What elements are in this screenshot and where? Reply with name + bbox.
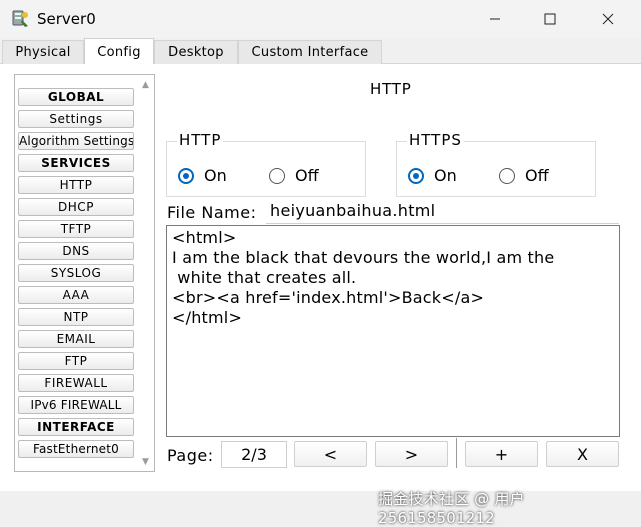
html-editor[interactable]: <html> I am the black that devours the w… xyxy=(166,225,620,437)
config-panel: GLOBAL Settings Algorithm Settings SERVI… xyxy=(0,64,641,491)
file-name-label: File Name: xyxy=(167,203,257,222)
sidebar-item-dhcp[interactable]: DHCP xyxy=(18,198,134,216)
sidebar: GLOBAL Settings Algorithm Settings SERVI… xyxy=(14,74,155,472)
sidebar-item-syslog[interactable]: SYSLOG xyxy=(18,264,134,282)
scroll-down-icon[interactable]: ▼ xyxy=(142,457,149,467)
next-page-button[interactable]: > xyxy=(375,441,448,467)
close-button[interactable] xyxy=(588,4,628,34)
tab-custom-interface[interactable]: Custom Interface xyxy=(238,40,382,64)
sidebar-item-dns[interactable]: DNS xyxy=(18,242,134,260)
https-on-label: On xyxy=(434,166,457,185)
http-off-label: Off xyxy=(295,166,319,185)
tab-config[interactable]: Config xyxy=(84,38,154,65)
sidebar-item-algorithm-settings[interactable]: Algorithm Settings xyxy=(18,132,134,150)
sidebar-item-ntp[interactable]: NTP xyxy=(18,308,134,326)
maximize-button[interactable] xyxy=(530,4,570,34)
sidebar-item-tftp[interactable]: TFTP xyxy=(18,220,134,238)
pager-divider xyxy=(456,438,457,468)
sidebar-header-services[interactable]: SERVICES xyxy=(18,154,134,172)
add-file-button[interactable]: + xyxy=(465,441,538,467)
sidebar-item-ipv6-firewall[interactable]: IPv6 FIREWALL xyxy=(18,396,134,414)
https-group-label: HTTPS xyxy=(407,131,464,149)
http-on-radio[interactable] xyxy=(178,167,194,184)
http-on-label: On xyxy=(204,166,227,185)
tab-desktop[interactable]: Desktop xyxy=(154,40,238,64)
http-group-label: HTTP xyxy=(177,131,224,149)
watermark: 掘金技术社区 @ 用户256158501212 xyxy=(378,490,525,527)
https-on-radio[interactable] xyxy=(408,167,424,184)
delete-file-button[interactable]: X xyxy=(546,441,619,467)
sidebar-item-http[interactable]: HTTP xyxy=(18,176,134,194)
sidebar-item-firewall[interactable]: FIREWALL xyxy=(18,374,134,392)
https-group: HTTPS On Off xyxy=(396,131,596,197)
page-indicator: 2/3 xyxy=(221,441,287,468)
sidebar-header-interface[interactable]: INTERFACE xyxy=(18,418,134,436)
title-bar: Server0 xyxy=(0,0,641,38)
page-title: HTTP xyxy=(370,80,412,98)
sidebar-item-email[interactable]: EMAIL xyxy=(18,330,134,348)
file-name-input[interactable] xyxy=(266,198,619,224)
window-title: Server0 xyxy=(37,10,96,28)
scroll-up-icon[interactable]: ▲ xyxy=(142,80,149,90)
tab-bar: Physical Config Desktop Custom Interface xyxy=(0,38,641,65)
http-off-radio[interactable] xyxy=(269,167,285,184)
page-label: Page: xyxy=(167,446,214,465)
sidebar-item-fastethernet0[interactable]: FastEthernet0 xyxy=(18,440,134,458)
https-off-option[interactable]: Off xyxy=(499,166,549,185)
sidebar-scrollbar[interactable]: ▲ ▼ xyxy=(139,75,154,471)
tab-physical[interactable]: Physical xyxy=(2,40,84,64)
http-on-option[interactable]: On xyxy=(178,166,227,185)
https-on-option[interactable]: On xyxy=(408,166,457,185)
https-off-label: Off xyxy=(525,166,549,185)
minimize-button[interactable] xyxy=(475,4,515,34)
server-icon xyxy=(10,9,30,29)
sidebar-item-settings[interactable]: Settings xyxy=(18,110,134,128)
http-off-option[interactable]: Off xyxy=(269,166,319,185)
https-off-radio[interactable] xyxy=(499,167,515,184)
sidebar-item-ftp[interactable]: FTP xyxy=(18,352,134,370)
http-group: HTTP On Off xyxy=(166,131,366,197)
sidebar-header-global[interactable]: GLOBAL xyxy=(18,88,134,106)
sidebar-item-aaa[interactable]: AAA xyxy=(18,286,134,304)
prev-page-button[interactable]: < xyxy=(294,441,367,467)
